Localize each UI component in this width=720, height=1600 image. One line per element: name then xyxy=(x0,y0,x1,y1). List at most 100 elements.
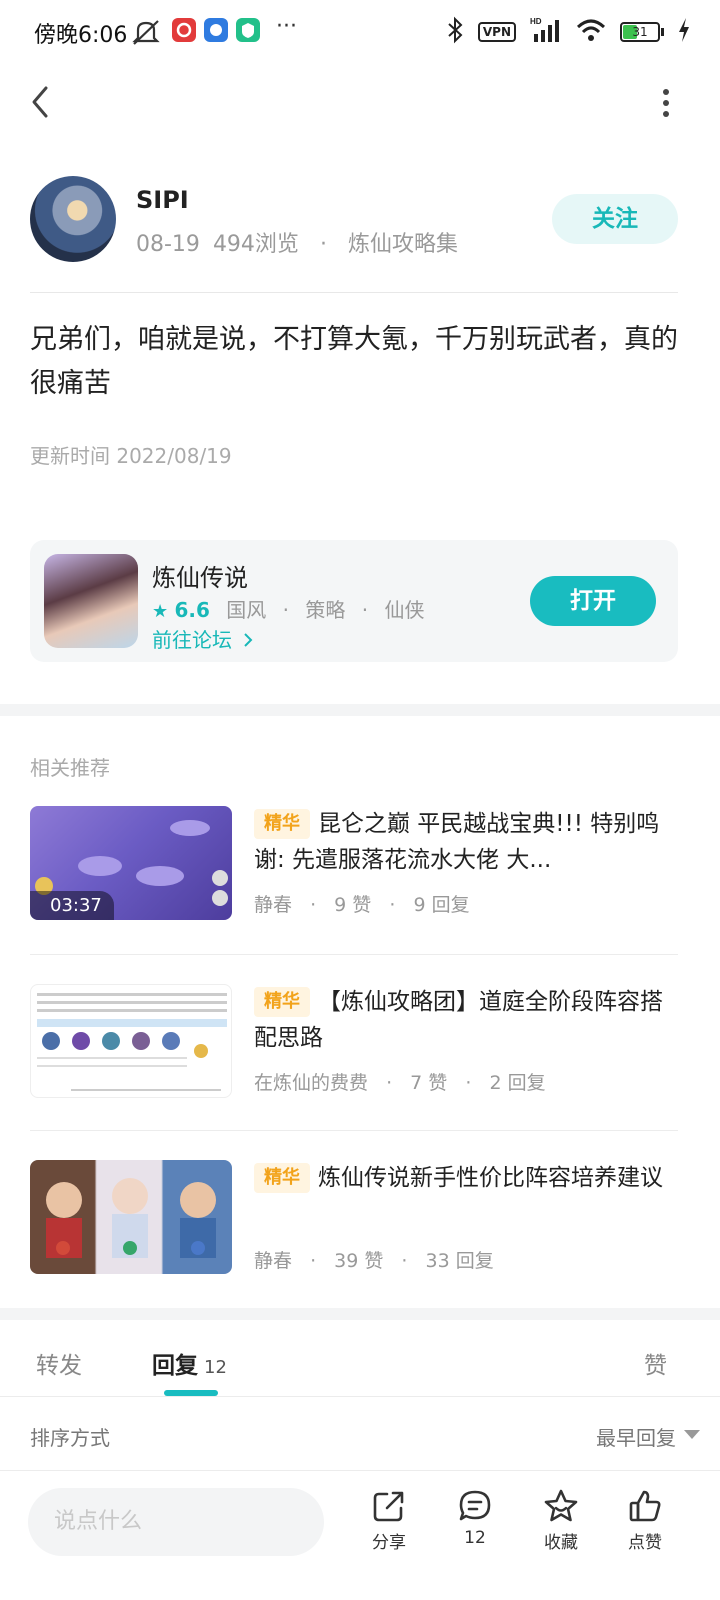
favorite-label: 收藏 xyxy=(544,1533,578,1553)
open-game-button[interactable]: 打开 xyxy=(530,576,656,626)
section-separator xyxy=(0,1308,720,1320)
list-item[interactable]: 03:37 精华 昆仑之巅 平民越战宝典!!! 特别鸣谢: 先遣服落花流水大佬 大… xyxy=(30,806,678,922)
collection-link[interactable]: 炼仙攻略集 xyxy=(348,232,458,257)
share-label: 分享 xyxy=(372,1533,406,1553)
game-card[interactable]: 炼仙传说 ★ 6.6 国风 · 策略 · 仙侠 前往论坛 打开 xyxy=(30,540,678,662)
comment-input[interactable]: 说点什么 xyxy=(28,1488,324,1556)
divider xyxy=(0,1396,720,1397)
item-replies: 33 回复 xyxy=(425,1250,494,1272)
battery-icon: 31 xyxy=(620,22,664,42)
game-tag: 国风 xyxy=(226,598,267,622)
status-time: 傍晚6:06 xyxy=(34,23,128,48)
tab-reply-label: 回复 xyxy=(152,1353,198,1379)
share-icon xyxy=(373,1491,404,1522)
charging-icon xyxy=(678,18,690,46)
author-name[interactable]: SIPI xyxy=(136,186,189,214)
divider xyxy=(30,1130,678,1131)
update-time: 更新时间 2022/08/19 xyxy=(30,444,232,468)
item-replies: 9 回复 xyxy=(413,894,470,916)
app-blue-icon xyxy=(204,18,228,46)
more-vertical-icon xyxy=(663,89,669,117)
divider xyxy=(30,954,678,955)
comments-count: 12 xyxy=(464,1528,486,1548)
list-item-title-text: 【炼仙攻略团】道庭全阶段阵容搭配思路 xyxy=(254,989,663,1051)
battery-level: 31 xyxy=(632,25,648,39)
item-author: 静春 xyxy=(254,894,293,916)
post-body: 兄弟们，咱就是说，不打算大氪，千万别玩武者，真的很痛苦 xyxy=(30,324,678,399)
item-likes: 39 赞 xyxy=(334,1250,384,1272)
item-author: 在炼仙的费费 xyxy=(254,1072,369,1094)
like-label: 点赞 xyxy=(628,1533,662,1553)
item-likes: 9 赞 xyxy=(334,894,372,916)
list-item-title-text: 炼仙传说新手性价比阵容培养建议 xyxy=(318,1165,663,1191)
more-options-button[interactable] xyxy=(654,88,678,118)
featured-badge: 精华 xyxy=(254,1163,310,1193)
game-tag: 策略 xyxy=(305,598,346,622)
back-button[interactable] xyxy=(22,82,62,122)
game-icon xyxy=(44,554,138,648)
status-bar: 傍晚6:06 ··· VPN HD 31 xyxy=(0,0,720,64)
featured-badge: 精华 xyxy=(254,809,310,839)
list-item-meta: 在炼仙的费费 · 7 赞 · 2 回复 xyxy=(254,1072,546,1094)
tab-forward[interactable]: 转发 xyxy=(36,1346,82,1380)
meta-separator: · xyxy=(319,232,327,257)
list-item[interactable]: 精华 炼仙传说新手性价比阵容培养建议 静春 · 39 赞 · 33 回复 xyxy=(30,1160,678,1276)
like-button[interactable]: 点赞 xyxy=(610,1488,680,1553)
chevron-right-icon xyxy=(244,633,253,647)
section-separator xyxy=(0,704,720,716)
item-replies: 2 回复 xyxy=(489,1072,546,1094)
tab-reply-count: 12 xyxy=(204,1357,227,1378)
divider xyxy=(30,292,678,293)
forum-link[interactable]: 前往论坛 xyxy=(152,624,254,653)
author-meta: 08-19 494浏览 · 炼仙攻略集 xyxy=(136,226,458,258)
caret-down-icon[interactable] xyxy=(684,1430,700,1439)
bluetooth-icon xyxy=(446,16,464,48)
author-avatar[interactable] xyxy=(30,176,116,262)
follow-button[interactable]: 关注 xyxy=(552,194,678,244)
post-date: 08-19 xyxy=(136,232,200,257)
item-likes: 7 赞 xyxy=(410,1072,448,1094)
list-item-meta: 静春 · 39 赞 · 33 回复 xyxy=(254,1250,494,1272)
video-thumbnail: 03:37 xyxy=(30,806,232,920)
comments-button[interactable]: 12 xyxy=(440,1488,510,1548)
thumbs-up-icon xyxy=(629,1490,661,1522)
svg-text:HD: HD xyxy=(530,17,542,26)
recommend-title: 相关推荐 xyxy=(30,756,110,780)
sort-dropdown[interactable]: 最早回复 xyxy=(596,1422,676,1451)
game-tag: 仙侠 xyxy=(384,598,425,622)
more-notifications-icon: ··· xyxy=(276,14,297,39)
vpn-icon: VPN xyxy=(477,22,516,42)
star-outline-icon xyxy=(544,1489,578,1522)
share-button[interactable]: 分享 xyxy=(354,1488,424,1553)
app-red-icon xyxy=(172,18,196,46)
status-icons: VPN HD 31 xyxy=(446,16,690,48)
game-rating: 6.6 xyxy=(174,598,210,622)
back-arrow-icon xyxy=(32,86,48,118)
wifi-icon xyxy=(576,17,606,47)
article-thumbnail xyxy=(30,1160,232,1274)
divider xyxy=(0,1470,720,1471)
list-item-meta: 静春 · 9 赞 · 9 回复 xyxy=(254,894,470,916)
sort-label: 排序方式 xyxy=(30,1426,110,1450)
star-icon: ★ xyxy=(152,601,169,622)
tab-reply[interactable]: 回复 12 xyxy=(152,1346,227,1380)
game-tags: ★ 6.6 国风 · 策略 · 仙侠 xyxy=(152,598,425,622)
mute-icon xyxy=(130,18,162,50)
list-item-title: 精华 【炼仙攻略团】道庭全阶段阵容搭配思路 xyxy=(254,984,674,1056)
tab-like[interactable]: 赞 xyxy=(644,1346,667,1380)
list-item[interactable]: 精华 【炼仙攻略团】道庭全阶段阵容搭配思路 在炼仙的费费 · 7 赞 · 2 回复 xyxy=(30,984,678,1100)
app-green-icon xyxy=(236,18,260,46)
comment-icon xyxy=(459,1490,491,1521)
forum-link-label: 前往论坛 xyxy=(152,628,232,652)
favorite-button[interactable]: 收藏 xyxy=(526,1488,596,1553)
list-item-title: 精华 昆仑之巅 平民越战宝典!!! 特别鸣谢: 先遣服落花流水大佬 大... xyxy=(254,806,674,878)
article-thumbnail xyxy=(30,984,232,1098)
view-count: 494浏览 xyxy=(212,232,299,257)
item-author: 静春 xyxy=(254,1250,293,1272)
list-item-title: 精华 炼仙传说新手性价比阵容培养建议 xyxy=(254,1160,674,1196)
game-name: 炼仙传说 xyxy=(152,564,248,592)
featured-badge: 精华 xyxy=(254,987,310,1017)
video-duration: 03:37 xyxy=(30,891,114,920)
list-item-title-text: 昆仑之巅 平民越战宝典!!! 特别鸣谢: 先遣服落花流水大佬 大... xyxy=(254,811,660,873)
signal-icon: HD xyxy=(530,16,562,48)
